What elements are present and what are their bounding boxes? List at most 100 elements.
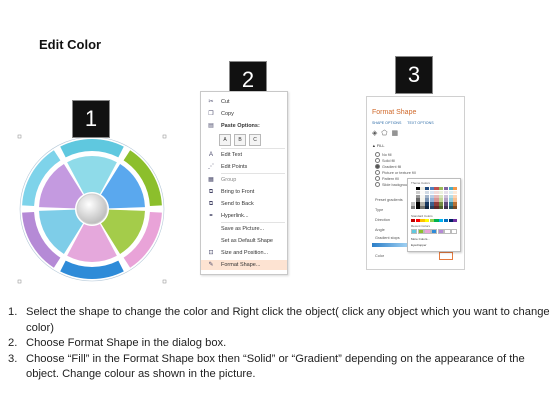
effects-icon[interactable]: ⬠ [381,129,387,137]
fill-option[interactable]: Gradient fill [375,164,401,169]
color-swatch[interactable] [411,229,418,235]
format-shape-icon: ✎ [208,261,214,268]
color-swatch[interactable] [439,205,444,210]
menu-separator [221,222,285,223]
edit-text-icon: A [208,151,213,158]
fill-option[interactable]: Pattern fill [375,176,399,181]
instruction-item: 1. Select the shape to change the color a… [8,306,550,334]
radio-button[interactable] [375,182,380,187]
color-swatch[interactable] [451,229,458,235]
menu-item-edit-points[interactable]: ⋰ Edit Points [201,162,287,172]
resize-handle[interactable] [162,279,167,284]
outer-segment[interactable] [60,139,124,158]
center-circle[interactable] [76,193,108,225]
radio-button[interactable] [375,176,380,181]
paste-option-icon[interactable]: A [219,134,231,146]
fill-option[interactable]: No fill [375,152,392,157]
bring-to-front-icon: ⧉ [208,188,214,195]
group-icon: ▦ [208,176,214,183]
paste-option-icon[interactable]: C [249,134,261,146]
fill-option[interactable]: Picture or texture fill [375,170,416,175]
color-swatch[interactable] [425,219,430,223]
color-swatch[interactable] [443,205,449,210]
menu-item-size-position[interactable]: ⊡ Size and Position... [201,248,287,258]
menu-item-save-as-picture[interactable]: Save as Picture... [201,224,287,234]
radio-button[interactable] [375,164,380,169]
color-swatch[interactable] [448,205,453,210]
instructions-list: 1. Select the shape to change the color a… [8,305,556,383]
color-swatch[interactable] [429,205,435,210]
color-swatch[interactable] [411,219,416,223]
donut-svg[interactable] [17,134,167,284]
menu-item-hyperlink[interactable]: ⚭ Hyperlink... [201,211,287,221]
gradient-stops-bar[interactable] [372,243,407,247]
color-swatch[interactable] [444,229,451,235]
format-pane-icons: ◈ ⬠ ▦ [372,129,398,137]
color-swatch[interactable] [431,229,438,235]
menu-item-send-to-back[interactable]: ⧉ Send to Back [201,199,287,209]
menu-item-bring-to-front[interactable]: ⧉ Bring to Front [201,187,287,197]
eyedropper-item[interactable]: Eyedropper [411,243,427,247]
step-1-badge: 1 [72,100,110,138]
donut-shape[interactable] [17,134,167,284]
tab-text-options[interactable]: TEXT OPTIONS [407,121,433,125]
paste-icon: ▤ [208,122,214,129]
preset-gradients-label: Preset gradients [375,198,403,202]
fill-section-header[interactable]: ▲ FILL [372,144,384,148]
color-swatch[interactable] [429,219,435,223]
color-swatch[interactable] [424,229,431,235]
recent-color-row[interactable] [411,229,458,235]
color-swatch[interactable] [443,219,449,223]
color-swatch[interactable] [425,205,430,210]
menu-item-cut[interactable]: ✂ Cut [201,97,287,107]
radio-button[interactable] [375,158,380,163]
color-swatch[interactable] [411,205,416,210]
color-label: Color [375,254,385,258]
more-colors-item[interactable]: More Colors... [411,237,430,241]
send-to-back-icon: ⧉ [208,200,214,207]
color-swatch[interactable] [420,219,425,223]
menu-separator [221,173,285,174]
resize-handle[interactable] [162,134,167,139]
outer-segment[interactable] [60,260,124,279]
type-label: Type [375,208,384,212]
theme-colors-label: Theme Colors [411,181,430,185]
color-swatch[interactable] [415,219,420,223]
color-swatch[interactable] [417,229,424,235]
menu-item-copy[interactable]: ❐ Copy [201,109,287,119]
menu-item-format-shape[interactable]: ✎ Format Shape... [201,260,287,270]
color-palette-dropdown: Theme Colors Standard Colors Recent Colo… [407,178,461,252]
menu-separator [221,148,285,149]
fill-line-icon[interactable]: ◈ [372,129,377,137]
paste-option-icon[interactable]: B [234,134,246,146]
size-properties-icon[interactable]: ▦ [391,129,398,137]
color-swatch[interactable] [420,205,425,210]
gradient-stops-label: Gradient stops [375,236,400,240]
color-swatch[interactable] [448,219,453,223]
color-swatch[interactable] [453,219,458,223]
menu-item-group[interactable]: ▦ Group [201,175,287,185]
theme-color-grid[interactable] [411,187,458,210]
standard-color-row[interactable] [411,219,458,223]
resize-handle[interactable] [17,279,22,284]
menu-item-edit-text[interactable]: A Edit Text [201,150,287,160]
color-swatch[interactable] [434,219,439,223]
color-picker-button[interactable] [439,252,453,260]
menu-item-set-default-shape[interactable]: Set as Default Shape [201,236,287,246]
color-swatch[interactable] [439,219,444,223]
tab-shape-options[interactable]: SHAPE OPTIONS [372,121,401,125]
radio-button[interactable] [375,170,380,175]
radio-button[interactable] [375,152,380,157]
resize-handle[interactable] [17,134,22,139]
format-pane-title: Format Shape [372,109,417,116]
cut-icon: ✂ [208,98,214,105]
color-swatch[interactable] [437,229,445,235]
fill-option[interactable]: Solid fill [375,158,395,163]
copy-icon: ❐ [208,110,214,117]
color-swatch[interactable] [434,205,439,210]
recent-colors-label: Recent Colors [411,224,431,228]
color-swatch[interactable] [415,205,420,210]
paste-options-group: A B C [219,134,261,146]
default-shape-icon [207,238,215,245]
color-swatch[interactable] [453,205,458,210]
